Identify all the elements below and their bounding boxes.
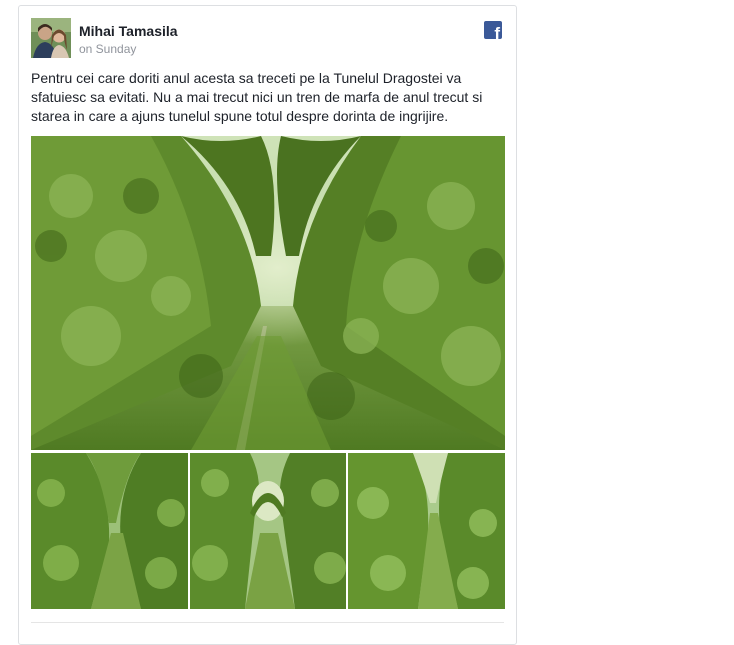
post-photo-thumbnail[interactable] [31,453,188,609]
author-name[interactable]: Mihai Tamasila [79,23,178,39]
post-photo-main[interactable] [31,136,505,450]
post-header: Mihai Tamasila on Sunday f [31,18,504,62]
post-divider [31,622,504,623]
post-text: Pentru cei care doriti anul acesta sa tr… [31,70,483,124]
post-photo-thumbnail[interactable] [348,453,505,609]
facebook-icon[interactable]: f [484,21,502,39]
facebook-icon-glyph: f [494,24,500,39]
avatar[interactable] [31,18,71,58]
facebook-post-card: Mihai Tamasila on Sunday f Pentru cei ca… [18,5,517,645]
post-timestamp[interactable]: on Sunday [79,42,136,56]
post-photo-thumbnail[interactable] [190,453,346,609]
